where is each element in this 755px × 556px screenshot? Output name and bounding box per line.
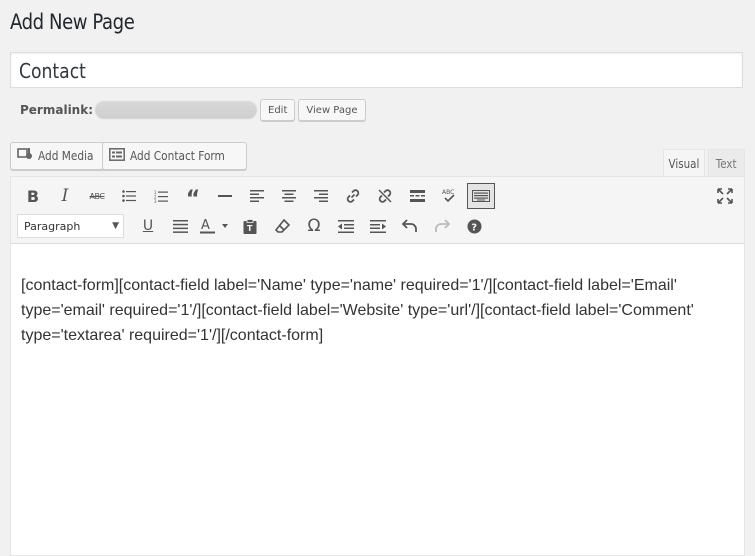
post-title-value: Contact [19, 59, 86, 83]
tab-text-label: Text [716, 156, 737, 171]
add-media-button[interactable]: Add Media [10, 142, 111, 170]
bold-icon[interactable]: B [17, 183, 49, 209]
special-character-icon[interactable]: Ω [298, 213, 330, 239]
permalink-url[interactable] [95, 101, 258, 119]
editor-toolbar: B I ABC 123 “ ABC Paragraph ▼ U A T Ω ? [11, 177, 744, 244]
svg-text:ABC: ABC [442, 189, 454, 196]
format-select-value: Paragraph [24, 219, 81, 233]
toolbar-row-1: B I ABC 123 “ ABC [17, 183, 495, 211]
redo-icon[interactable] [426, 213, 458, 239]
clear-formatting-icon[interactable] [266, 213, 298, 239]
align-right-icon[interactable] [305, 183, 337, 209]
svg-text:T: T [247, 224, 253, 233]
blockquote-icon[interactable]: “ [177, 183, 209, 211]
permalink-row: Permalink: Edit View Page [20, 98, 366, 122]
underline-icon[interactable]: U [132, 213, 164, 239]
read-more-icon[interactable] [401, 183, 433, 209]
chevron-down-icon: ▼ [112, 221, 119, 231]
help-icon[interactable]: ? [458, 213, 490, 239]
outdent-icon[interactable] [330, 213, 362, 239]
svg-text:A: A [201, 218, 210, 233]
add-contact-form-label: Add Contact Form [130, 149, 225, 163]
paste-text-icon[interactable]: T [234, 213, 266, 239]
media-icon [17, 147, 33, 165]
tab-text[interactable]: Text [708, 149, 745, 177]
italic-icon[interactable]: I [49, 183, 81, 209]
justify-icon[interactable] [164, 213, 196, 239]
toolbar-row-2: Paragraph ▼ U A T Ω ? [17, 213, 490, 239]
unlink-icon[interactable] [369, 183, 401, 209]
align-left-icon[interactable] [241, 183, 273, 209]
tab-visual[interactable]: Visual [663, 149, 705, 177]
permalink-label: Permalink: [20, 103, 94, 117]
numbered-list-icon[interactable]: 123 [145, 183, 177, 209]
align-center-icon[interactable] [273, 183, 305, 209]
editor: B I ABC 123 “ ABC Paragraph ▼ U A T Ω ? … [10, 176, 745, 556]
indent-icon[interactable] [362, 213, 394, 239]
tab-visual-label: Visual [668, 156, 700, 171]
strikethrough-icon[interactable]: ABC [81, 183, 113, 209]
fullscreen-icon[interactable] [712, 183, 738, 209]
svg-text:?: ? [471, 222, 477, 233]
add-contact-form-button[interactable]: Add Contact Form [102, 142, 247, 170]
page-title: Add New Page [10, 10, 135, 34]
spellcheck-icon[interactable]: ABC [433, 183, 465, 209]
view-page-button[interactable]: View Page [298, 99, 366, 121]
editor-content[interactable]: [contact-form][contact-field label='Name… [21, 273, 736, 348]
toolbar-toggle-icon[interactable] [467, 183, 495, 209]
link-icon[interactable] [337, 183, 369, 209]
svg-text:3: 3 [154, 199, 157, 203]
contact-form-icon [109, 147, 125, 165]
post-title-input[interactable]: Contact [10, 52, 743, 88]
undo-icon[interactable] [394, 213, 426, 239]
horizontal-rule-icon[interactable] [209, 183, 241, 209]
bulleted-list-icon[interactable] [113, 183, 145, 209]
text-color-icon[interactable]: A [196, 213, 234, 239]
add-media-label: Add Media [38, 149, 94, 163]
format-select[interactable]: Paragraph ▼ [17, 214, 124, 238]
edit-permalink-button[interactable]: Edit [260, 99, 296, 121]
